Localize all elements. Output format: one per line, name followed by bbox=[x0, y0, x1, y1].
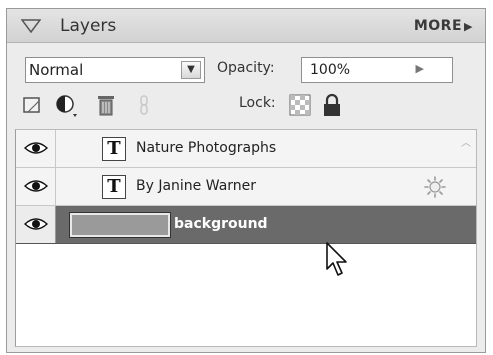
link-icon[interactable] bbox=[131, 92, 157, 118]
opacity-slider-arrow-icon[interactable]: ▶ bbox=[416, 62, 424, 75]
scroll-up-icon[interactable]: ︿ bbox=[458, 134, 474, 149]
chevron-down-icon[interactable]: ▼ bbox=[181, 61, 201, 79]
opacity-label: Opacity: bbox=[217, 60, 275, 76]
panel-title: Layers bbox=[60, 16, 117, 36]
blend-mode-value: Normal bbox=[29, 61, 84, 79]
layer-name: By Janine Warner bbox=[136, 178, 257, 194]
opacity-field[interactable]: 100% ▶ bbox=[301, 57, 453, 83]
new-layer-icon[interactable] bbox=[19, 92, 45, 118]
layer-row-background[interactable]: background bbox=[16, 206, 476, 244]
opacity-value: 100% bbox=[310, 62, 351, 78]
layer-thumbnail bbox=[69, 212, 171, 238]
text-layer-icon: T bbox=[102, 175, 126, 199]
eye-icon[interactable] bbox=[24, 141, 48, 155]
mouse-pointer-icon bbox=[326, 242, 347, 276]
collapse-triangle-icon[interactable] bbox=[21, 19, 41, 33]
panel-header: Layers MORE ▶ bbox=[7, 9, 485, 43]
eye-icon[interactable] bbox=[24, 179, 48, 193]
adjustment-layer-icon[interactable] bbox=[53, 92, 79, 118]
more-menu-button[interactable]: MORE ▶ bbox=[414, 18, 473, 34]
more-label: MORE bbox=[413, 18, 463, 34]
layer-row-nature-photographs[interactable]: T Nature Photographs bbox=[16, 130, 476, 168]
lock-transparency-icon[interactable] bbox=[287, 92, 313, 118]
layers-panel: Layers MORE ▶ Normal ▼ Opacity: 100% ▶ Lo… bbox=[6, 8, 486, 353]
visibility-toggle[interactable] bbox=[16, 130, 56, 167]
layer-style-icon[interactable] bbox=[424, 176, 446, 198]
layers-list: T Nature Photographs T By Janine Warner bbox=[15, 129, 477, 347]
triangle-right-icon: ▶ bbox=[464, 20, 473, 33]
eye-icon[interactable] bbox=[24, 217, 48, 231]
visibility-toggle[interactable] bbox=[16, 168, 56, 205]
visibility-toggle[interactable] bbox=[16, 206, 56, 243]
layer-name: background bbox=[174, 216, 268, 232]
layer-name: Nature Photographs bbox=[136, 140, 277, 156]
text-layer-icon: T bbox=[102, 137, 126, 161]
blend-mode-select[interactable]: Normal ▼ bbox=[25, 57, 205, 83]
lock-label: Lock: bbox=[239, 95, 276, 111]
lock-all-icon[interactable] bbox=[319, 92, 345, 118]
trash-icon[interactable] bbox=[93, 92, 119, 118]
layer-row-by-janine-warner[interactable]: T By Janine Warner bbox=[16, 168, 476, 206]
